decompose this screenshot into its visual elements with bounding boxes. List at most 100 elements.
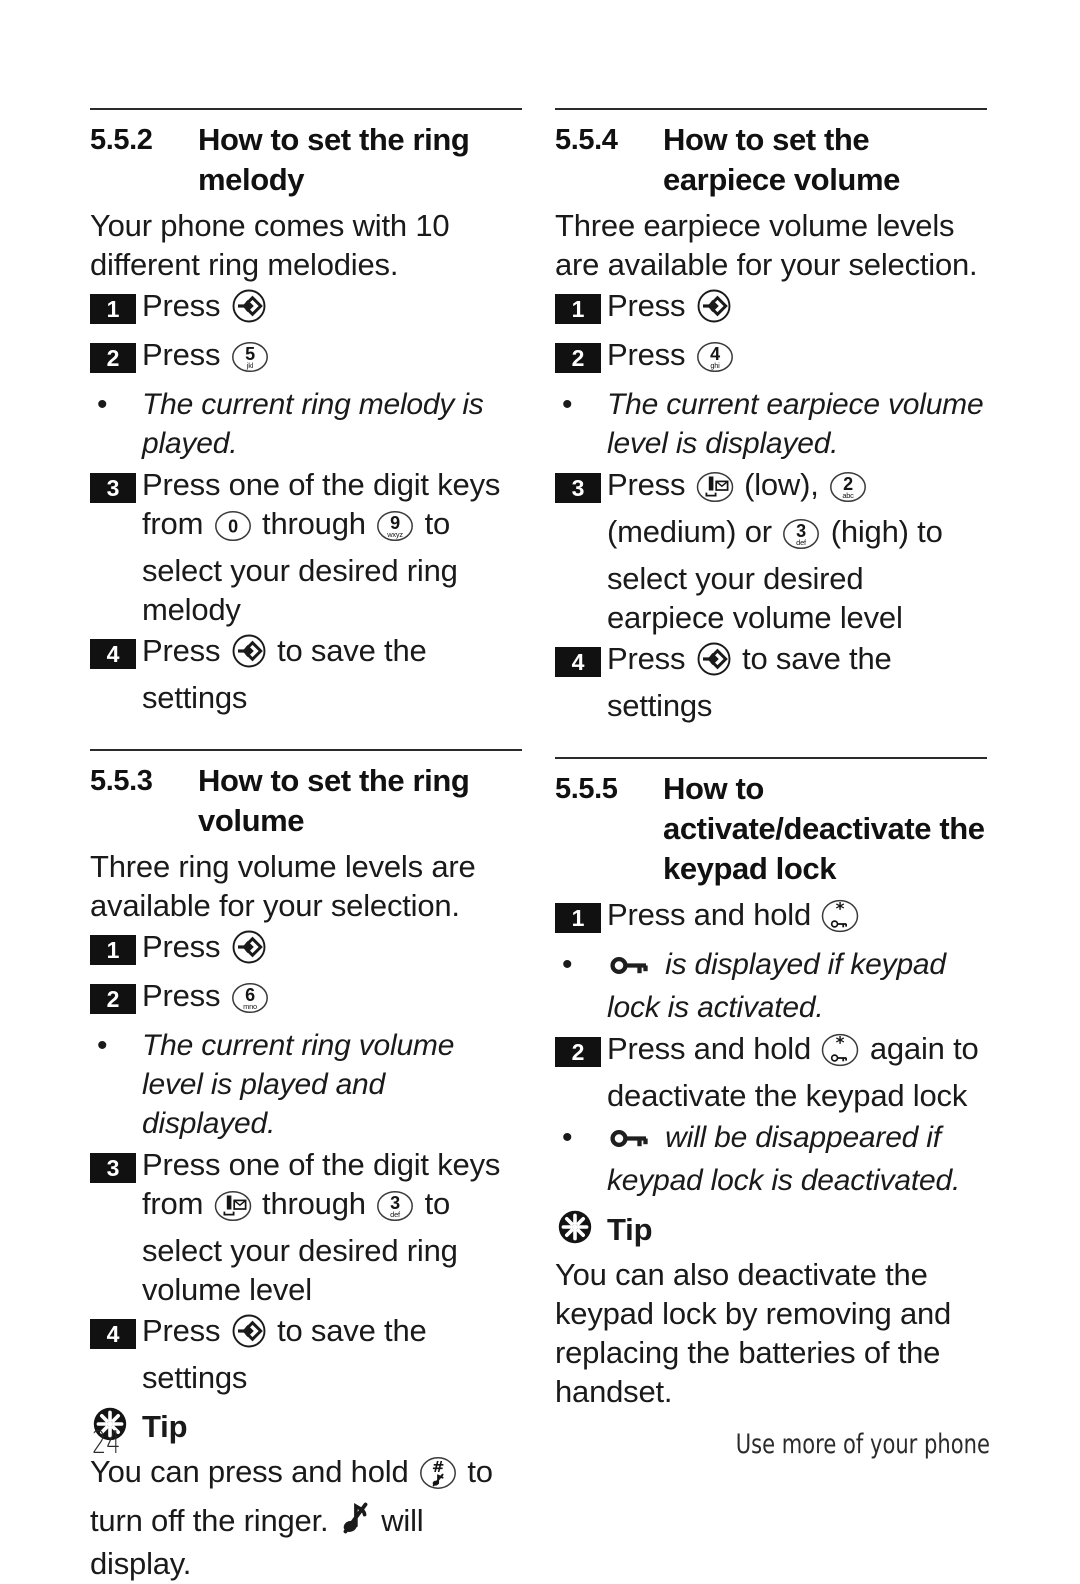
ringer-off-music-note-icon [343, 1502, 368, 1534]
digit-3-key: 3 def [782, 518, 820, 559]
text-run: The current earpiece volume level is dis… [607, 388, 984, 460]
numbered-step: 4 Press to save the settings [555, 639, 987, 725]
numbered-step: 3 Press one of the digit keys from 0 thro… [90, 465, 522, 629]
section-number: 5.5.4 [555, 124, 618, 156]
menu-key-icon [232, 1314, 266, 1348]
menu-key-icon [697, 642, 731, 676]
star-keypad-lock-key: * [821, 899, 859, 942]
text-run: through [253, 506, 375, 541]
svg-text:*: * [836, 1034, 845, 1054]
star-keypad-lock-key-icon: * [822, 1034, 859, 1067]
digit-2-key: 2 abc [829, 471, 867, 512]
svg-text:def: def [796, 538, 807, 547]
bullet-dot-icon: • [97, 1029, 108, 1062]
menu-ok-key [231, 633, 267, 678]
text-run: is displayed if keypad lock is activated… [607, 948, 946, 1024]
note-bullet-item: • The current ring melody is played. [90, 385, 522, 463]
step-text: Press to save the settings [607, 639, 987, 725]
tip-asterisk-icon [558, 1210, 592, 1249]
bullet-dot-icon: • [562, 948, 573, 981]
digit-1-voicemail-key [696, 471, 734, 512]
text-run: Press [142, 337, 229, 372]
tip-body: You can press and hold # to turn off the… [90, 1452, 522, 1583]
text-run: Press [142, 978, 229, 1013]
step-text: Press 6 mno [142, 976, 522, 1023]
step-number-badge: 3 [90, 1153, 136, 1183]
note-text: will be disappeared if keypad lock is de… [607, 1118, 987, 1200]
step-text: Press one of the digit keys from through… [142, 1145, 522, 1309]
svg-text:abc: abc [842, 491, 854, 500]
key-icon [610, 949, 654, 988]
digit-1-voicemail-key-icon [214, 1190, 251, 1222]
right-column: 5.5.4 How to set the earpiece volume Three… [555, 108, 987, 1412]
step-number-badge: 1 [90, 294, 136, 324]
text-run: Press [142, 1313, 229, 1348]
svg-text:*: * [836, 900, 845, 920]
digit-3-key-icon: 3def [783, 518, 820, 550]
numbered-step: 4 Press to save the settings [90, 631, 522, 717]
numbered-step: 2 Press and hold * again to deactivate th… [555, 1029, 987, 1115]
star-keypad-lock-key-icon: * [822, 900, 859, 933]
page-number: 24 [92, 1425, 121, 1461]
text-run: Press [607, 288, 694, 323]
step-text: Press [607, 286, 987, 333]
menu-key-icon [697, 289, 731, 323]
bullet-dot-icon: • [562, 1121, 573, 1154]
numbered-step: 1 Press [90, 286, 522, 333]
digit-6-key-icon: 6mno [231, 982, 268, 1014]
digit-9-key: 9 wxyz [376, 510, 414, 551]
text-run: The current ring volume level is played … [142, 1029, 455, 1140]
text-run: Press and hold [607, 1031, 820, 1066]
text-run: (low), [735, 467, 828, 502]
tip-asterisk-icon [558, 1210, 592, 1244]
section-number: 5.5.3 [90, 765, 153, 797]
text-run: You can also deactivate the keypad lock … [555, 1257, 952, 1409]
section-number: 5.5.2 [90, 124, 153, 156]
digit-3-key-icon: 3def [377, 1190, 414, 1222]
section-divider [90, 749, 522, 751]
step-number-badge: 1 [90, 935, 136, 965]
ringer-off-music-note-icon [340, 1499, 370, 1544]
digit-5-key-icon: 5jkl [231, 341, 268, 373]
step-text: Press [142, 927, 522, 974]
note-bullet-item: • The current earpiece volume level is di… [555, 385, 987, 463]
digit-2-key-icon: 2abc [830, 471, 867, 503]
tip-heading: Tip [555, 1210, 987, 1249]
step-text: Press and hold * [607, 895, 987, 942]
digit-9-key-icon: 9wxyz [377, 510, 414, 542]
numbered-step: 2 Press 6 mno [90, 976, 522, 1023]
tip-label: Tip [607, 1211, 653, 1247]
text-run: Press [607, 467, 694, 502]
tip-body: You can also deactivate the keypad lock … [555, 1255, 987, 1411]
section-title: How to activate/deactivate the keypad lo… [663, 771, 985, 886]
key-icon [610, 1122, 654, 1161]
step-text: Press (low), 2 abc (medium) or 3 def (high… [607, 465, 987, 637]
section-divider [555, 108, 987, 110]
menu-ok-key [696, 641, 732, 686]
step-text: Press and hold * again to deactivate the… [607, 1029, 987, 1115]
section-intro: Three earpiece volume levels are availab… [555, 208, 978, 282]
note-text: The current earpiece volume level is dis… [607, 385, 987, 463]
digit-5-key: 5 jkl [231, 341, 269, 382]
note-bullet-item: • is displayed if keypad lock is activat… [555, 945, 987, 1027]
section-intro: Three ring volume levels are available f… [90, 849, 476, 923]
step-number-badge: 1 [555, 294, 601, 324]
note-text: is displayed if keypad lock is activated… [607, 945, 987, 1027]
section-title: How to set the earpiece volume [663, 122, 900, 197]
page-footer: 24 Use more of your phone [90, 1425, 990, 1471]
section-intro: Your phone comes with 10 different ring … [90, 208, 450, 282]
svg-text:jkl: jkl [245, 361, 253, 370]
step-number-badge: 3 [555, 473, 601, 503]
note-text: The current ring volume level is played … [142, 1026, 522, 1143]
text-run: Press [142, 929, 229, 964]
step-number-badge: 4 [90, 639, 136, 669]
step-text: Press 5 jkl [142, 335, 522, 382]
text-run: through [253, 1186, 375, 1221]
step-text: Press [142, 286, 522, 333]
bullet-dot-icon: • [562, 388, 573, 421]
key-icon [610, 956, 648, 975]
section-divider [90, 108, 522, 110]
menu-key-icon [232, 289, 266, 323]
svg-text:0: 0 [228, 516, 238, 536]
step-number-badge: 2 [555, 343, 601, 373]
